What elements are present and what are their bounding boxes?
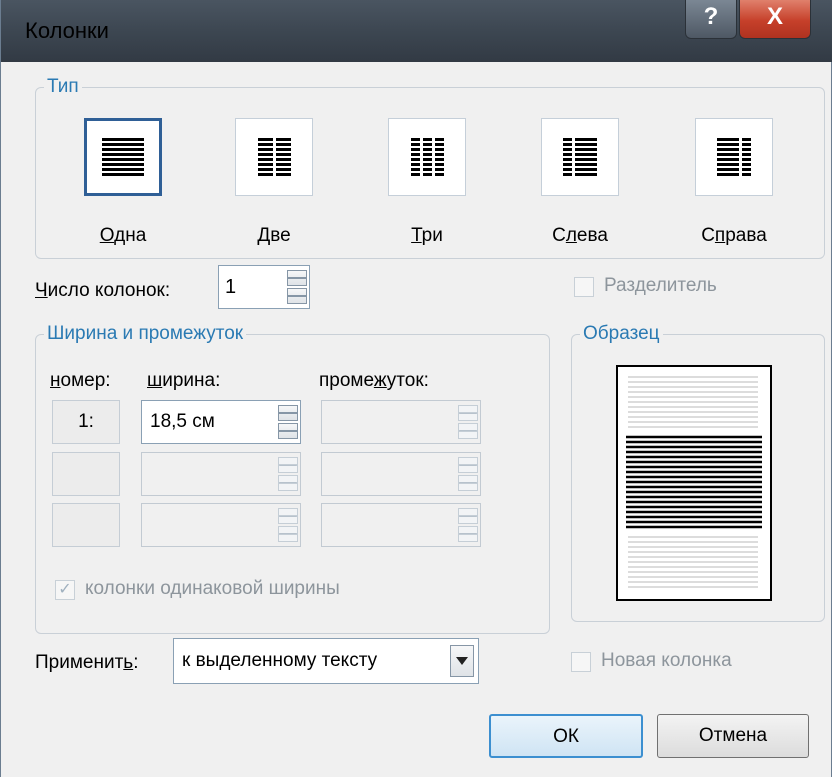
spin-up-icon[interactable]: [458, 405, 478, 421]
width-header: ширина:: [147, 370, 221, 391]
ok-button[interactable]: ОК: [489, 714, 643, 758]
apply-select-value: к выделенному тексту: [182, 650, 378, 671]
spin-down-icon[interactable]: [278, 526, 298, 542]
preset-two[interactable]: [235, 118, 313, 196]
preset-right[interactable]: [695, 118, 773, 196]
equal-width-label: колонки одинаковой ширины: [85, 578, 340, 599]
type-group-legend: Тип: [44, 76, 82, 98]
dialog-title: Колонки: [25, 18, 109, 43]
three-columns-icon: [410, 138, 444, 176]
spin-up-icon[interactable]: [278, 508, 298, 524]
preview-legend: Образец: [580, 323, 663, 345]
column-count-label: Число колонок:: [35, 280, 171, 301]
preset-right-label[interactable]: Справа: [679, 225, 789, 247]
spin-down-icon[interactable]: [458, 526, 478, 542]
chevron-down-icon[interactable]: [450, 645, 474, 677]
new-column-label: Новая колонка: [601, 650, 732, 671]
new-column-checkbox[interactable]: [571, 652, 591, 672]
gap-input-3[interactable]: [321, 503, 481, 547]
spin-down-icon[interactable]: [458, 423, 478, 439]
left-column-icon: [563, 138, 597, 176]
column-count-value: 1: [225, 276, 237, 298]
close-button[interactable]: X: [739, 0, 811, 39]
preset-three-label[interactable]: Три: [372, 225, 482, 247]
apply-label: Применить:: [35, 652, 139, 673]
preset-left-label[interactable]: Слева: [525, 225, 635, 247]
column-number-2: [52, 452, 120, 496]
spin-up-icon[interactable]: [278, 405, 298, 421]
title-bar: Колонки ? X: [1, 0, 832, 62]
column-count-input[interactable]: 1: [218, 265, 310, 309]
preset-one-label[interactable]: Одна: [68, 225, 178, 247]
spin-up-icon[interactable]: [458, 508, 478, 524]
spin-up-icon[interactable]: [458, 457, 478, 473]
columns-dialog: Колонки ? X Тип Одна Две Три Слева Справ…: [0, 0, 832, 777]
preset-one[interactable]: [84, 118, 162, 196]
width-input-1[interactable]: 18,5 см: [141, 400, 301, 444]
width-input-2[interactable]: [141, 452, 301, 496]
right-column-icon: [717, 138, 751, 176]
gap-spinner-2[interactable]: [458, 457, 478, 491]
gap-spinner-1[interactable]: [458, 405, 478, 439]
checkmark-icon: ✓: [58, 581, 72, 598]
separator-label: Разделитель: [604, 275, 717, 296]
page-preview: [616, 365, 772, 601]
spin-down-icon[interactable]: [458, 475, 478, 491]
column-count-spinner[interactable]: [287, 270, 307, 304]
spin-up-icon[interactable]: [287, 270, 307, 286]
cancel-button[interactable]: Отмена: [657, 714, 809, 758]
width-value-1: 18,5 см: [150, 411, 215, 432]
gap-input-1[interactable]: [321, 400, 481, 444]
preset-three[interactable]: [388, 118, 466, 196]
help-button[interactable]: ?: [685, 0, 737, 39]
width-spacing-legend: Ширина и промежуток: [44, 323, 247, 345]
column-number-3: [52, 503, 120, 547]
width-spinner-1[interactable]: [278, 405, 298, 439]
width-spinner-2[interactable]: [278, 457, 298, 491]
gap-header: промежуток:: [319, 370, 429, 391]
width-spinner-3[interactable]: [278, 508, 298, 542]
preset-left[interactable]: [541, 118, 619, 196]
spin-down-icon[interactable]: [278, 423, 298, 439]
apply-select[interactable]: к выделенному тексту: [173, 638, 479, 684]
spin-down-icon[interactable]: [278, 475, 298, 491]
spin-up-icon[interactable]: [278, 457, 298, 473]
two-columns-icon: [257, 138, 291, 176]
gap-spinner-3[interactable]: [458, 508, 478, 542]
column-number-1: 1:: [52, 400, 120, 444]
spin-down-icon[interactable]: [287, 288, 307, 304]
one-column-icon: [102, 138, 144, 176]
preset-two-label[interactable]: Две: [219, 225, 329, 247]
separator-checkbox[interactable]: [574, 277, 594, 297]
number-header: номер:: [50, 370, 111, 391]
gap-input-2[interactable]: [321, 452, 481, 496]
equal-width-checkbox[interactable]: ✓: [55, 580, 75, 600]
width-input-3[interactable]: [141, 503, 301, 547]
